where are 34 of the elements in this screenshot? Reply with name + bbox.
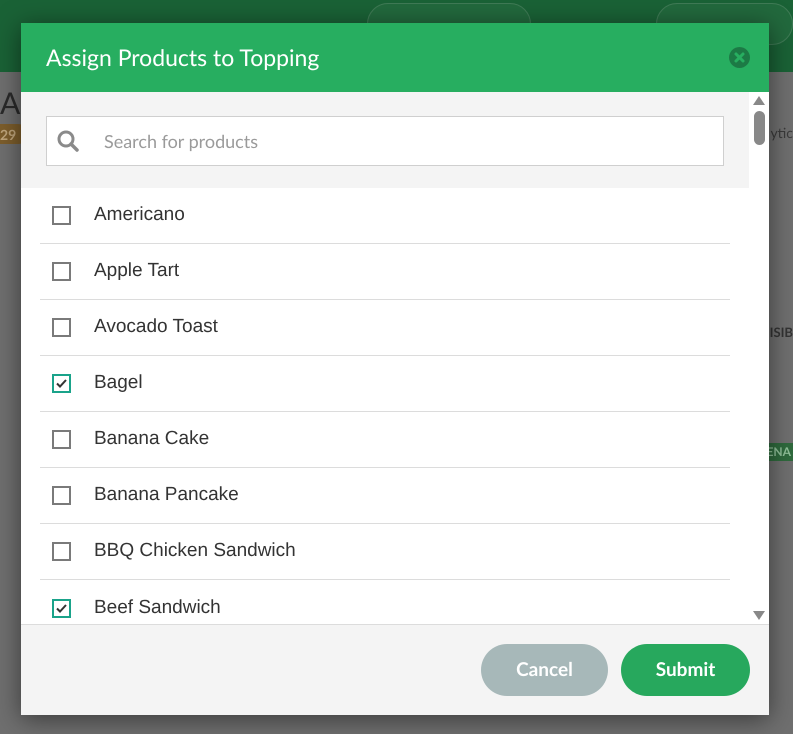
search-icon: [57, 130, 79, 152]
checkbox[interactable]: [52, 374, 71, 393]
scroll-thumb[interactable]: [754, 111, 764, 145]
column-heading: ISIB: [770, 323, 793, 342]
product-name: BBQ Chicken Sandwich: [94, 539, 296, 564]
dialog-title: Assign Products to Topping: [46, 42, 320, 74]
checkbox[interactable]: [52, 542, 71, 561]
product-row[interactable]: BBQ Chicken Sandwich: [40, 524, 730, 580]
product-row[interactable]: Banana Cake: [40, 412, 730, 468]
product-row[interactable]: Americano: [40, 188, 730, 244]
product-row[interactable]: Bagel: [40, 356, 730, 412]
page-title: A: [0, 86, 20, 120]
product-name: Beef Sandwich: [94, 596, 221, 620]
checkbox[interactable]: [52, 206, 71, 225]
checkbox[interactable]: [52, 598, 71, 618]
check-icon: [56, 379, 67, 388]
product-row[interactable]: Banana Pancake: [40, 468, 730, 524]
product-name: Bagel: [94, 371, 143, 396]
product-name: Avocado Toast: [94, 315, 218, 340]
product-row[interactable]: Avocado Toast: [40, 300, 730, 356]
product-name: Banana Cake: [94, 427, 210, 452]
product-name: Banana Pancake: [94, 483, 239, 508]
product-row[interactable]: Beef Sandwich: [40, 580, 730, 636]
check-icon: [56, 604, 67, 612]
checkbox[interactable]: [52, 430, 71, 449]
scroll-up-icon[interactable]: [753, 96, 765, 105]
product-name: Americano: [94, 203, 185, 228]
checkbox[interactable]: [52, 318, 71, 337]
checkbox[interactable]: [52, 262, 71, 281]
product-name: Apple Tart: [94, 259, 180, 284]
product-row[interactable]: Apple Tart: [40, 244, 730, 300]
search-field[interactable]: Search for products: [46, 116, 724, 166]
checkbox[interactable]: [52, 486, 71, 505]
scroll-down-icon[interactable]: [753, 611, 765, 620]
